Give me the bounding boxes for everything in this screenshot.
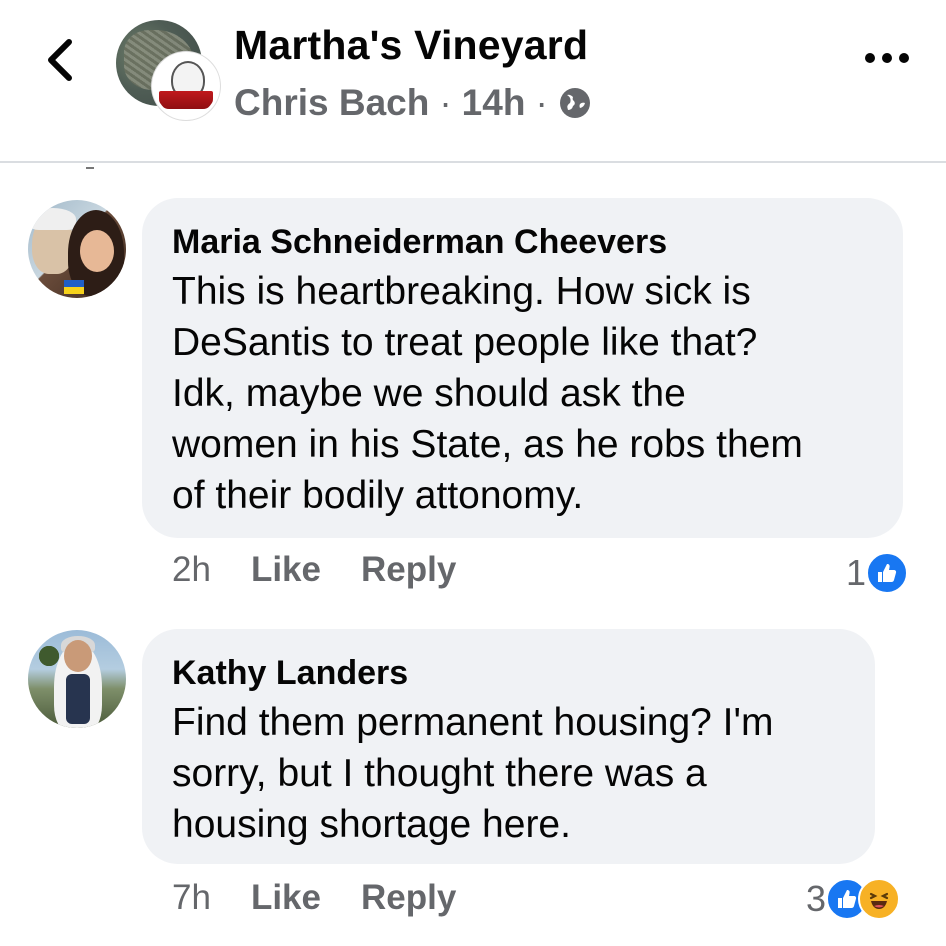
comment-time[interactable]: 7h xyxy=(172,878,211,918)
like-button[interactable]: Like xyxy=(251,550,321,590)
comment-time[interactable]: 2h xyxy=(172,550,211,590)
author-avatar[interactable] xyxy=(152,52,220,120)
header-divider xyxy=(0,161,946,163)
chevron-left-icon xyxy=(48,39,72,81)
post-meta: Chris Bach · 14h · xyxy=(234,82,592,124)
meta-separator: · xyxy=(535,82,548,123)
meta-separator: · xyxy=(439,82,452,123)
comment-text: This is heartbreaking. How sick is DeSan… xyxy=(172,266,873,521)
reaction-count: 3 xyxy=(806,878,827,919)
comment-author[interactable]: Kathy Landers xyxy=(172,651,845,695)
haha-reaction-icon xyxy=(858,878,901,920)
globe-icon xyxy=(559,88,590,118)
comment-actions: 2h Like Reply xyxy=(172,550,456,590)
divider-mark xyxy=(86,167,94,169)
comment-line: Idk, maybe we should ask the xyxy=(172,372,686,415)
more-options-button[interactable] xyxy=(862,40,912,76)
comment-line: women in his State, as he robs them xyxy=(172,423,803,466)
commenter-avatar[interactable] xyxy=(28,630,126,728)
comment-line: This is heartbreaking. How sick is xyxy=(172,270,751,313)
reaction-summary[interactable]: 1 xyxy=(846,552,909,594)
ukraine-flag-badge xyxy=(64,280,84,294)
comment-line: Find them permanent housing? I'm xyxy=(172,701,774,744)
reply-button[interactable]: Reply xyxy=(361,878,456,918)
post-author[interactable]: Chris Bach xyxy=(234,82,429,124)
comment-line: DeSantis to treat people like that? xyxy=(172,321,758,364)
group-name[interactable]: Martha's Vineyard xyxy=(234,22,588,69)
like-reaction-icon xyxy=(866,552,909,594)
reaction-summary[interactable]: 3 xyxy=(806,878,901,920)
comment-line: housing shortage here. xyxy=(172,803,571,846)
comment-bubble: Kathy Landers Find them permanent housin… xyxy=(142,629,875,864)
reply-button[interactable]: Reply xyxy=(361,550,456,590)
post-header: Martha's Vineyard Chris Bach · 14h · xyxy=(0,0,946,163)
comment-author[interactable]: Maria Schneiderman Cheevers xyxy=(172,220,873,264)
post-time[interactable]: 14h xyxy=(462,82,526,124)
comment-bubble: Maria Schneiderman Cheevers This is hear… xyxy=(142,198,903,538)
comment-line: of their bodily attonomy. xyxy=(172,474,584,517)
back-button[interactable] xyxy=(36,36,84,84)
comment-line: sorry, but I thought there was a xyxy=(172,752,707,795)
more-horizontal-icon xyxy=(865,53,909,63)
reaction-count: 1 xyxy=(846,552,867,593)
comment-text: Find them permanent housing? I'm sorry, … xyxy=(172,697,845,850)
comment-actions: 7h Like Reply xyxy=(172,878,456,918)
like-button[interactable]: Like xyxy=(251,878,321,918)
commenter-avatar[interactable] xyxy=(28,200,126,298)
